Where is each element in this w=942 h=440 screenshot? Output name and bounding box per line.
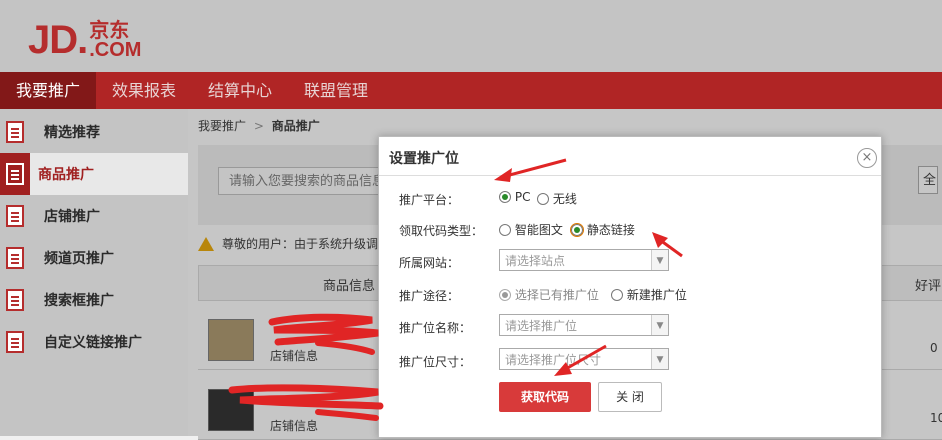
platform-label: 推广平台： xyxy=(399,193,460,207)
code-type-label: 领取代码类型： xyxy=(399,224,484,238)
route-option-existing[interactable]: 选择已有推广位 xyxy=(499,286,599,303)
divider xyxy=(379,175,881,176)
document-icon xyxy=(6,163,24,185)
watermark-url: jingyan.baidu.com xyxy=(728,390,849,407)
code-type-option-static[interactable]: 静态链接 xyxy=(570,221,635,238)
rating-value: 0 xyxy=(930,341,938,355)
breadcrumb-root[interactable]: 我要推广 xyxy=(198,119,246,133)
sidebar-item-product[interactable]: 商品推广 xyxy=(0,153,188,195)
select-placeholder: 请选择推广位 xyxy=(505,319,578,333)
sidebar-item-label: 频道页推广 xyxy=(44,251,114,267)
nav-item-promote[interactable]: 我要推广 xyxy=(0,72,97,109)
option-label: 无线 xyxy=(552,192,577,206)
sidebar-item-searchbox[interactable]: 搜索框推广 xyxy=(0,279,188,321)
position-name-label: 推广位名称： xyxy=(399,321,472,335)
option-label: PC xyxy=(514,190,531,204)
top-nav: 我要推广 效果报表 结算中心 联盟管理 xyxy=(0,72,942,109)
radio-icon xyxy=(499,289,511,301)
sidebar-item-shop[interactable]: 店铺推广 xyxy=(0,195,188,237)
sidebar-item-custom-link[interactable]: 自定义链接推广 xyxy=(0,321,188,363)
route-label: 推广途径： xyxy=(399,289,460,303)
route-option-new[interactable]: 新建推广位 xyxy=(611,286,687,303)
sidebar-item-label: 自定义链接推广 xyxy=(44,335,142,351)
chevron-down-icon: ▼ xyxy=(651,315,668,335)
logo-com: .COM xyxy=(89,39,142,61)
notice-text: 尊敬的用户：由于系统升级调 xyxy=(222,237,379,251)
nav-item-settlement[interactable]: 结算中心 xyxy=(192,72,288,109)
site-label: 所属网站： xyxy=(399,256,460,270)
position-size-select[interactable]: 请选择推广位尺寸 ▼ xyxy=(499,348,669,370)
radio-icon xyxy=(570,223,584,237)
jd-logo[interactable]: JD. 京东 .COM xyxy=(28,20,141,60)
option-label: 静态链接 xyxy=(586,223,635,237)
dialog-title: 设置推广位 xyxy=(389,151,459,167)
sidebar: 精选推荐 商品推广 店铺推广 频道页推广 搜索框推广 自定义链接推广 xyxy=(0,109,188,436)
warning-icon xyxy=(198,236,214,251)
radio-icon xyxy=(611,289,623,301)
position-name-select[interactable]: 请选择推广位 ▼ xyxy=(499,314,669,336)
get-code-button[interactable]: 获取代码 xyxy=(499,382,591,412)
rating-value: 100 xyxy=(930,411,942,425)
product-thumbnail[interactable] xyxy=(208,319,254,361)
platform-option-wireless[interactable]: 无线 xyxy=(537,190,577,207)
option-label: 选择已有推广位 xyxy=(514,288,599,302)
sidebar-item-label: 店铺推广 xyxy=(44,209,100,225)
document-icon xyxy=(6,121,24,143)
platform-option-pc[interactable]: PC xyxy=(499,190,530,204)
nav-item-alliance[interactable]: 联盟管理 xyxy=(288,72,384,109)
sidebar-item-label: 商品推广 xyxy=(38,167,94,183)
col-header-product: 商品信息 xyxy=(323,279,376,294)
radio-icon xyxy=(499,191,511,203)
logo-jd: JD. xyxy=(28,18,88,62)
sidebar-item-label: 精选推荐 xyxy=(44,125,100,141)
close-button[interactable]: 关 闭 xyxy=(598,382,662,412)
product-thumbnail[interactable] xyxy=(208,389,254,431)
breadcrumb-separator: > xyxy=(253,119,264,133)
shop-info: 店铺信息 xyxy=(270,349,319,363)
col-header-rating: 好评 xyxy=(915,279,942,294)
chevron-down-icon: ▼ xyxy=(651,349,668,369)
sidebar-item-selected[interactable]: 精选推荐 xyxy=(0,111,188,153)
shop-info: 店铺信息 xyxy=(270,419,319,433)
document-icon xyxy=(6,247,24,269)
search-button[interactable]: 全 xyxy=(918,166,938,194)
document-icon xyxy=(6,205,24,227)
logo-cn: 京东 xyxy=(89,18,130,42)
nav-item-reports[interactable]: 效果报表 xyxy=(96,72,192,109)
position-size-label: 推广位尺寸： xyxy=(399,355,472,369)
radio-icon xyxy=(537,193,549,205)
breadcrumb-current: 商品推广 xyxy=(271,119,320,133)
close-icon[interactable]: × xyxy=(857,148,877,168)
breadcrumb: 我要推广 > 商品推广 xyxy=(198,117,320,134)
select-placeholder: 请选择推广位尺寸 xyxy=(505,353,602,367)
header: JD. 京东 .COM xyxy=(0,0,942,72)
chevron-down-icon: ▼ xyxy=(651,250,668,270)
option-label: 新建推广位 xyxy=(626,288,687,302)
site-select[interactable]: 请选择站点 ▼ xyxy=(499,249,669,271)
sidebar-item-label: 搜索框推广 xyxy=(44,293,114,309)
document-icon xyxy=(6,331,24,353)
select-placeholder: 请选择站点 xyxy=(505,254,566,268)
document-icon xyxy=(6,289,24,311)
code-type-option-smart[interactable]: 智能图文 xyxy=(499,221,563,238)
sidebar-item-channel[interactable]: 频道页推广 xyxy=(0,237,188,279)
option-label: 智能图文 xyxy=(514,223,563,237)
radio-icon xyxy=(499,224,511,236)
notice-bar: 尊敬的用户：由于系统升级调 xyxy=(198,235,378,252)
